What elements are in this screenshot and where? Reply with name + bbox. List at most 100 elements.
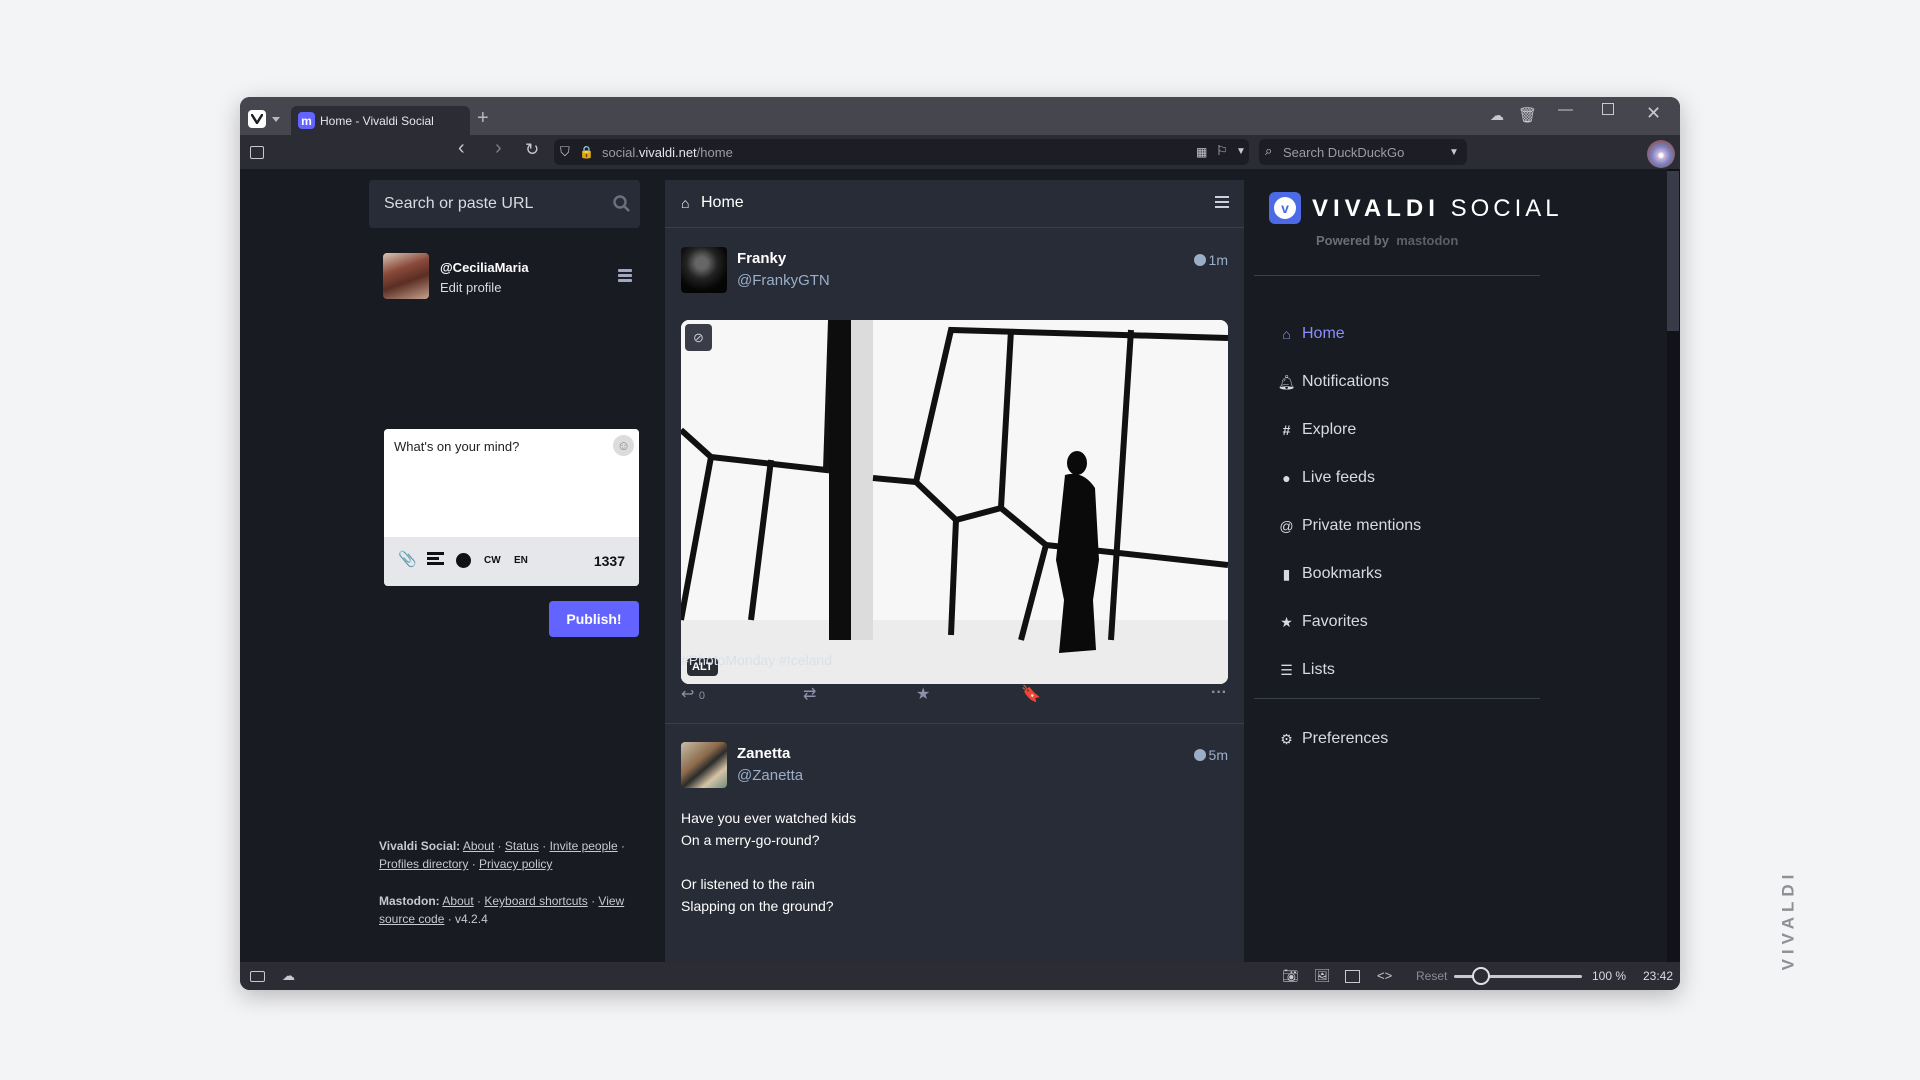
search-engine-field[interactable]: ⌕ Search DuckDuckGo ▼ <box>1259 139 1467 165</box>
reply-count: 0 <box>698 690 705 702</box>
mastodon-about-link[interactable]: About <box>442 894 473 908</box>
bookmark-button[interactable]: 🔖 <box>1021 684 1041 704</box>
keyboard-shortcuts-link[interactable]: Keyboard shortcuts <box>484 894 587 908</box>
zoom-reset-button[interactable]: Reset <box>1416 969 1447 983</box>
close-button[interactable]: ✕ <box>1646 103 1661 124</box>
status-post: Franky @FrankyGTN 1m ⊘ ALT #PhotoMonday … <box>665 229 1244 724</box>
photo-window-silhouette <box>681 320 1228 684</box>
column-title[interactable]: Home <box>701 194 744 212</box>
emoji-picker-button[interactable]: ☺ <box>613 435 634 456</box>
globe-icon <box>1193 749 1206 761</box>
post-actions: ↩ 0 ⇄ ★ 🔖 ··· <box>681 684 1228 708</box>
tile-icon[interactable] <box>1345 970 1360 983</box>
nav-live-feeds[interactable]: ● Live feeds <box>1276 466 1375 490</box>
nav-favorites[interactable]: ★ Favorites <box>1276 610 1368 634</box>
cloud-icon[interactable]: ☁ <box>1490 107 1504 124</box>
post-hashtags[interactable]: #PhotoMonday #Iceland <box>681 652 832 668</box>
about-link[interactable]: About <box>463 839 494 853</box>
site-links: Vivaldi Social: About · Status · Invite … <box>379 839 625 871</box>
code-icon[interactable]: <> <box>1377 968 1392 983</box>
url-field[interactable]: ⛉ 🔒 social.vivaldi.net/home ▦ ⚐ ▼ <box>554 139 1249 165</box>
new-tab-button[interactable]: + <box>477 107 489 130</box>
post-timestamp[interactable]: 5m <box>1193 747 1228 763</box>
reply-button[interactable]: ↩ 0 <box>681 684 705 704</box>
maximize-button[interactable] <box>1602 103 1614 115</box>
nav-private-mentions[interactable]: @ Private mentions <box>1276 514 1421 538</box>
panel-toggle-icon[interactable] <box>250 971 265 982</box>
language-button[interactable]: EN <box>514 555 528 566</box>
mastodon-icon: m <box>298 112 315 129</box>
account-handle[interactable]: @CeciliaMaria <box>440 260 529 275</box>
version-label: v4.2.4 <box>455 912 488 926</box>
trash-icon[interactable]: 🗑 <box>1518 106 1537 124</box>
post-author-name[interactable]: Franky <box>737 250 786 267</box>
nav-bookmarks[interactable]: ▮ Bookmarks <box>1276 562 1382 586</box>
chevron-down-icon[interactable] <box>272 117 280 122</box>
globe-icon: ● <box>1282 470 1291 486</box>
nav-preferences[interactable]: ⚙ Preferences <box>1276 727 1388 751</box>
bell-icon: 🔔︎ <box>1277 373 1296 390</box>
post-avatar[interactable] <box>681 742 727 788</box>
reload-button[interactable]: ↻ <box>525 141 539 158</box>
nav-lists[interactable]: ☰ Lists <box>1276 658 1335 682</box>
browser-window: m Home - Vivaldi Social + ☁ 🗑 — ✕ ‹ › ↻ … <box>240 97 1680 990</box>
profile-avatar[interactable] <box>1647 140 1675 168</box>
mastodon-links: Mastodon: About · Keyboard shortcuts · V… <box>379 894 625 926</box>
star-icon: ★ <box>1280 613 1293 630</box>
tab-home[interactable]: m Home - Vivaldi Social <box>291 106 470 135</box>
post-avatar[interactable] <box>681 247 727 293</box>
status-post: Zanetta @Zanetta 5m Have you ever watche… <box>665 724 1244 962</box>
chevron-down-icon[interactable]: ▼ <box>1236 144 1246 160</box>
tab-title: Home - Vivaldi Social <box>320 113 434 128</box>
boost-button[interactable]: ⇄ <box>803 684 816 704</box>
nav-notifications[interactable]: 🔔︎ Notifications <box>1276 370 1390 394</box>
footer-links: Vivaldi Social: About · Status · Invite … <box>379 837 641 928</box>
image-icon[interactable]: 🖼︎ <box>1314 968 1331 984</box>
zoom-level[interactable]: 100 % <box>1592 969 1626 983</box>
vivaldi-menu-button[interactable] <box>248 110 266 128</box>
shield-icon[interactable]: ⛉ <box>560 144 570 160</box>
favorite-button[interactable]: ★ <box>916 684 930 704</box>
invite-people-link[interactable]: Invite people <box>550 839 618 853</box>
compose-textarea[interactable] <box>384 429 639 537</box>
column-header: ⌂ Home <box>665 180 1244 228</box>
nav-home[interactable]: ⌂ Home <box>1276 322 1344 346</box>
status-link[interactable]: Status <box>505 839 539 853</box>
post-timestamp[interactable]: 1m <box>1193 252 1228 268</box>
post-author-handle[interactable]: @Zanetta <box>737 767 803 784</box>
more-options-button[interactable]: ··· <box>1211 684 1227 702</box>
bookmark-icon[interactable]: ⚐ <box>1216 143 1228 159</box>
column-settings-icon[interactable] <box>1215 196 1229 211</box>
back-button[interactable]: ‹ <box>458 138 465 158</box>
search-input[interactable] <box>369 180 640 228</box>
publish-button[interactable]: Publish! <box>549 601 639 637</box>
edit-profile-link[interactable]: Edit profile <box>440 280 501 295</box>
lock-icon[interactable]: 🔒 <box>579 144 594 160</box>
qr-code-icon[interactable]: ▦ <box>1196 144 1207 160</box>
account-avatar[interactable] <box>383 253 429 299</box>
sync-cloud-icon[interactable]: ☁ <box>282 968 295 984</box>
search-icon: ⌕ <box>1265 143 1273 158</box>
url-text[interactable]: social.vivaldi.net/home <box>602 145 733 160</box>
post-image[interactable]: ⊘ ALT <box>681 320 1228 684</box>
menu-icon[interactable] <box>618 269 632 284</box>
zoom-slider-thumb[interactable] <box>1472 967 1490 985</box>
search-icon[interactable] <box>613 195 630 212</box>
minimize-button[interactable]: — <box>1558 101 1573 118</box>
forward-button[interactable]: › <box>495 138 502 158</box>
panel-toggle-icon[interactable] <box>250 146 264 159</box>
hide-media-button[interactable]: ⊘ <box>685 324 712 351</box>
poll-icon[interactable] <box>427 552 444 565</box>
privacy-policy-link[interactable]: Privacy policy <box>479 857 552 871</box>
nav-explore[interactable]: # Explore <box>1276 418 1357 442</box>
globe-icon[interactable] <box>456 553 471 568</box>
cw-button[interactable]: CW <box>484 555 501 566</box>
camera-icon[interactable]: 📷︎ <box>1282 968 1299 984</box>
profiles-directory-link[interactable]: Profiles directory <box>379 857 468 871</box>
scrollbar-thumb[interactable] <box>1667 171 1679 331</box>
post-author-name[interactable]: Zanetta <box>737 745 790 762</box>
post-author-handle[interactable]: @FrankyGTN <box>737 272 830 289</box>
brand-name: VIVALDI SOCIAL <box>1312 195 1563 222</box>
paperclip-icon[interactable]: 📎 <box>398 550 417 568</box>
chevron-down-icon[interactable]: ▼ <box>1449 145 1459 161</box>
